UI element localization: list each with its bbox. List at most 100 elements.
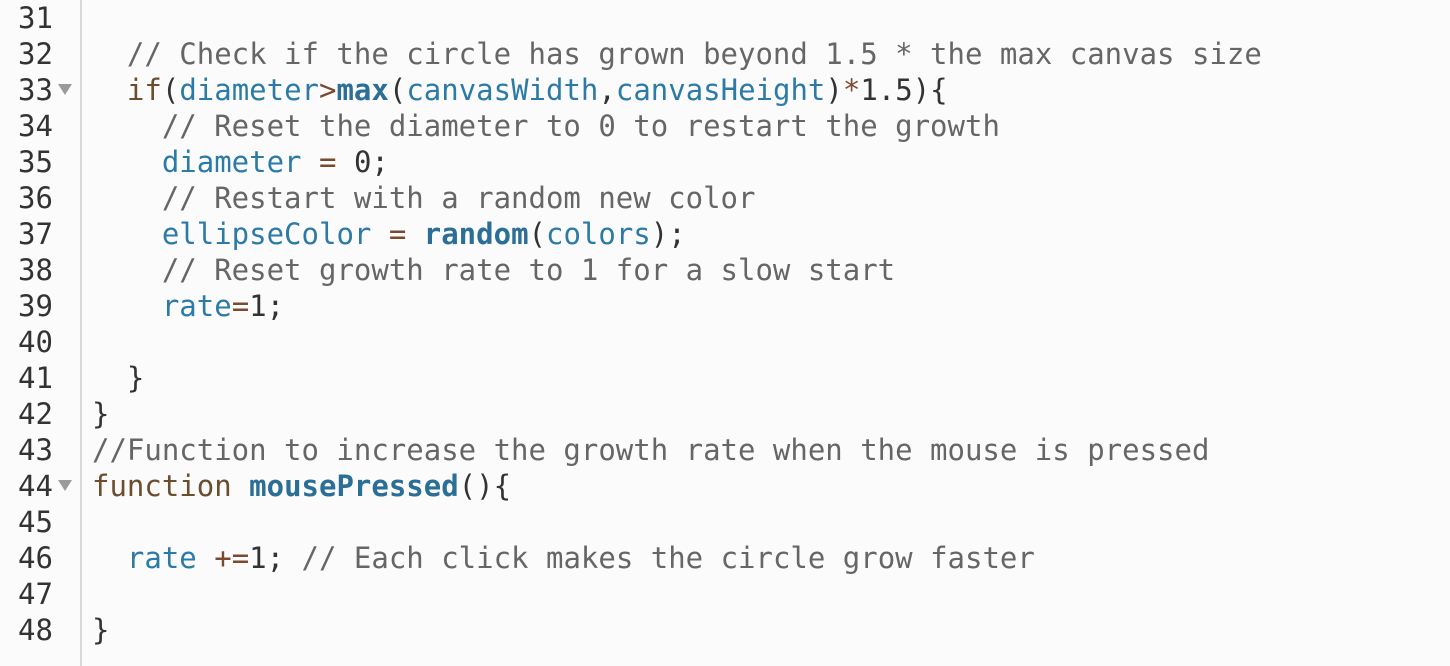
code-text: } (92, 360, 144, 396)
code-text: diameter = 0; (92, 144, 389, 180)
code-token: ); (650, 217, 686, 251)
line-number: 34 (18, 109, 53, 143)
line-number: 46 (18, 541, 53, 575)
code-text: ellipseColor = random(colors); (92, 216, 686, 252)
code-line[interactable]: 41 } (0, 360, 1450, 396)
code-line[interactable]: 33 if(diameter>max(canvasWidth,canvasHei… (0, 72, 1450, 108)
code-token: ( (528, 217, 546, 251)
code-token: } (92, 613, 110, 647)
code-token: // Check if the circle has grown beyond … (126, 37, 1262, 71)
code-line[interactable]: 43 //Function to increase the growth rate… (0, 432, 1450, 468)
code-token: = (231, 289, 250, 323)
code-line[interactable]: 48} (0, 612, 1450, 648)
code-token: > (319, 73, 337, 107)
code-token: colors (546, 217, 651, 251)
code-token: if (126, 73, 162, 107)
line-number: 42 (18, 397, 53, 431)
code-token: 1 (249, 289, 267, 323)
code-text: rate=1; (92, 288, 284, 324)
code-token: ( (388, 73, 407, 107)
code-token: function (92, 469, 232, 503)
code-token: ; (266, 289, 285, 323)
code-token: = (388, 217, 407, 251)
line-number: 39 (18, 289, 53, 323)
line-number: 41 (18, 361, 53, 395)
code-token: += (214, 541, 250, 575)
code-line[interactable]: 45 (0, 504, 1450, 540)
code-text: // Reset growth rate to 1 for a slow sta… (92, 252, 895, 288)
code-line[interactable]: 34 // Reset the diameter to 0 to restart… (0, 108, 1450, 144)
code-token: // Reset the diameter to 0 to restart th… (161, 109, 1000, 143)
code-token: rate (161, 289, 232, 323)
line-number: 43 (18, 433, 53, 467)
code-token: diameter (161, 145, 302, 179)
code-line[interactable]: 31 (0, 0, 1450, 36)
line-number: 47 (18, 577, 53, 611)
code-line[interactable]: 42} (0, 396, 1450, 432)
code-line[interactable]: 40 (0, 324, 1450, 360)
code-text: if(diameter>max(canvasWidth,canvasHeight… (92, 72, 948, 108)
fold-arrow-icon[interactable] (58, 480, 72, 491)
code-text: } (92, 612, 109, 648)
code-text: function mousePressed(){ (92, 468, 511, 504)
line-number: 44 (18, 469, 53, 503)
line-number: 33 (18, 73, 53, 107)
code-token: = (319, 145, 337, 179)
line-number: 37 (18, 217, 53, 251)
code-text: // Restart with a random new color (92, 180, 756, 216)
code-token: ){ (912, 73, 948, 107)
line-number: 38 (18, 253, 53, 287)
code-token: ) (825, 73, 843, 107)
code-token: ; (266, 541, 302, 575)
code-token: mousePressed (249, 469, 459, 503)
line-number: 45 (18, 505, 53, 539)
code-line[interactable]: 38 // Reset growth rate to 1 for a slow … (0, 252, 1450, 288)
code-token: } (126, 361, 145, 395)
code-token: canvasHeight (615, 73, 826, 107)
code-text: // Check if the circle has grown beyond … (92, 36, 1262, 72)
code-token: , (598, 73, 616, 107)
code-token: max (336, 73, 389, 107)
code-token: rate (126, 541, 197, 575)
code-token: * (842, 73, 861, 107)
code-token: random (423, 217, 529, 251)
code-line[interactable]: 35 diameter = 0; (0, 144, 1450, 180)
code-token: 1 (249, 541, 267, 575)
code-token: // Each click makes the circle grow fast… (301, 541, 1035, 575)
line-number: 48 (18, 613, 53, 647)
code-token: // Reset growth rate to 1 for a slow sta… (161, 253, 896, 287)
code-token: ; (371, 145, 389, 179)
code-token: // Restart with a random new color (161, 181, 756, 215)
code-text: //Function to increase the growth rate w… (92, 432, 1209, 468)
code-token: 1.5 (860, 73, 913, 107)
code-token: } (92, 397, 110, 431)
code-line[interactable]: 36 // Restart with a random new color (0, 180, 1450, 216)
code-area[interactable]: 31 32 // Check if the circle has grown be… (0, 0, 1450, 666)
code-text: // Reset the diameter to 0 to restart th… (92, 108, 1000, 144)
code-text: } (92, 396, 109, 432)
code-token: 0 (353, 145, 372, 179)
code-token: canvasWidth (406, 73, 599, 107)
code-editor[interactable]: 31 32 // Check if the circle has grown be… (0, 0, 1450, 666)
code-line[interactable]: 37 ellipseColor = random(colors); (0, 216, 1450, 252)
code-line[interactable]: 46 rate +=1; // Each click makes the cir… (0, 540, 1450, 576)
line-number: 36 (18, 181, 53, 215)
code-token: (){ (458, 469, 512, 503)
line-number: 32 (18, 37, 53, 71)
code-line[interactable]: 39 rate=1; (0, 288, 1450, 324)
code-text: rate +=1; // Each click makes the circle… (92, 540, 1035, 576)
code-line[interactable]: 32 // Check if the circle has grown beyo… (0, 36, 1450, 72)
line-number: 31 (18, 1, 53, 35)
line-number: 40 (18, 325, 53, 359)
code-line[interactable]: 44 function mousePressed(){ (0, 468, 1450, 504)
code-token: ( (161, 73, 180, 107)
code-token: ellipseColor (161, 217, 372, 251)
fold-arrow-icon[interactable] (58, 84, 72, 95)
code-line[interactable]: 47 (0, 576, 1450, 612)
code-token: //Function to increase the growth rate w… (92, 433, 1210, 467)
